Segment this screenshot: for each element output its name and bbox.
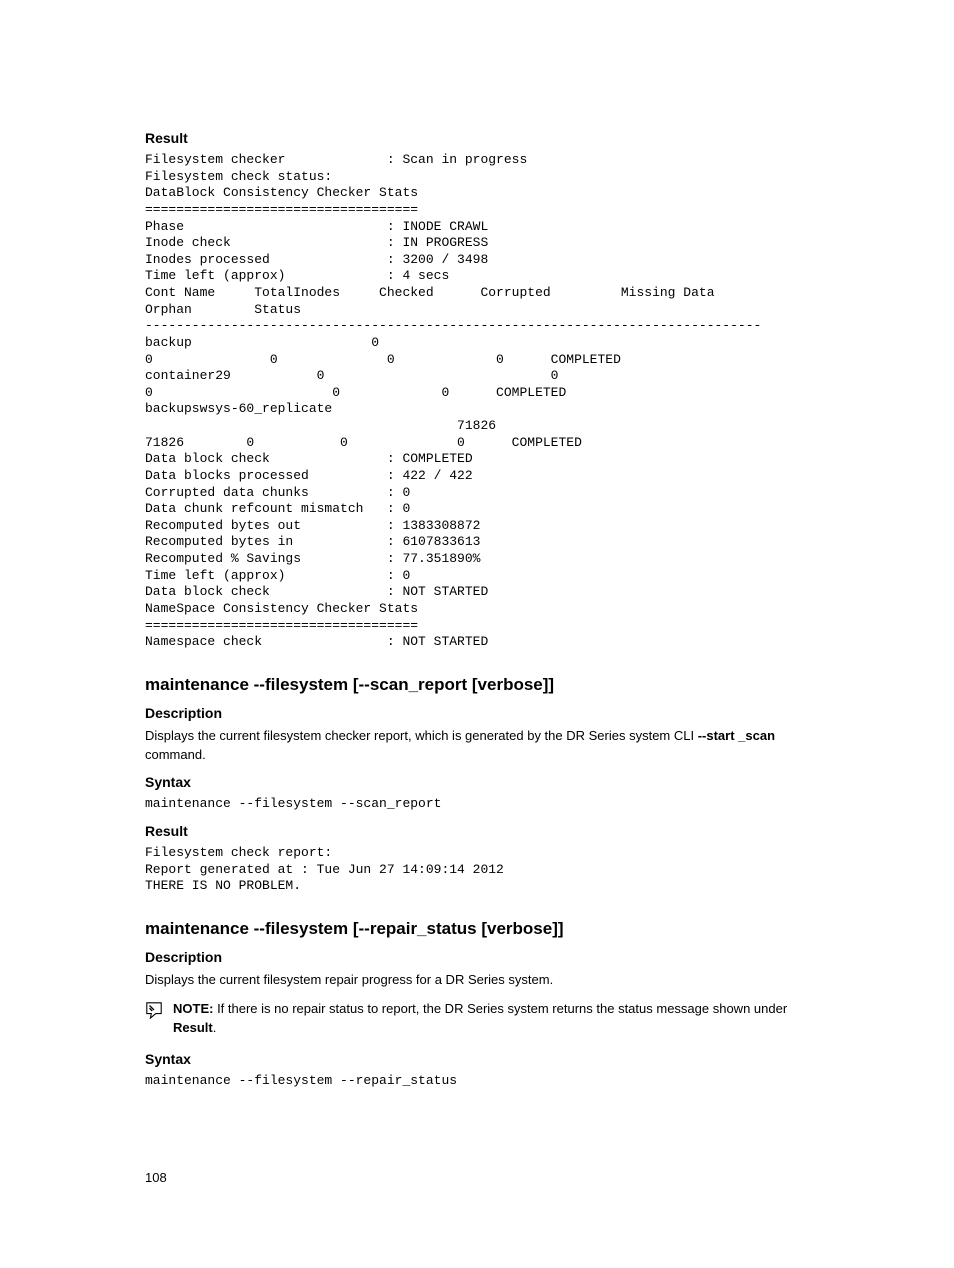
syntax-heading-2: Syntax <box>145 774 809 790</box>
syntax-code-2: maintenance --filesystem --scan_report <box>145 796 809 813</box>
description-text-2: Displays the current filesystem checker … <box>145 727 809 765</box>
desc-text-post: command. <box>145 747 206 762</box>
note-text-pre: If there is no repair status to report, … <box>217 1001 787 1016</box>
note-block: NOTE: If there is no repair status to re… <box>145 1000 809 1038</box>
page-content: Result Filesystem checker : Scan in prog… <box>0 0 954 1245</box>
description-heading-2: Description <box>145 705 809 721</box>
description-heading-3: Description <box>145 949 809 965</box>
note-text: NOTE: If there is no repair status to re… <box>173 1000 809 1038</box>
page-number: 108 <box>145 1170 809 1185</box>
note-icon <box>145 1001 163 1019</box>
note-text-post: . <box>213 1020 217 1035</box>
command-heading-repair-status: maintenance --filesystem [--repair_statu… <box>145 919 809 939</box>
description-text-3: Displays the current filesystem repair p… <box>145 971 809 990</box>
note-bold-result: Result <box>173 1020 213 1035</box>
desc-text-pre: Displays the current filesystem checker … <box>145 728 698 743</box>
result-output-1: Filesystem checker : Scan in progress Fi… <box>145 152 809 651</box>
desc-bold-cmd: --start _scan <box>698 728 775 743</box>
result-heading-2: Result <box>145 823 809 839</box>
result-heading-1: Result <box>145 130 809 146</box>
result-output-2: Filesystem check report: Report generate… <box>145 845 809 895</box>
syntax-heading-3: Syntax <box>145 1051 809 1067</box>
note-label: NOTE: <box>173 1001 217 1016</box>
syntax-code-3: maintenance --filesystem --repair_status <box>145 1073 809 1090</box>
command-heading-scan-report: maintenance --filesystem [--scan_report … <box>145 675 809 695</box>
